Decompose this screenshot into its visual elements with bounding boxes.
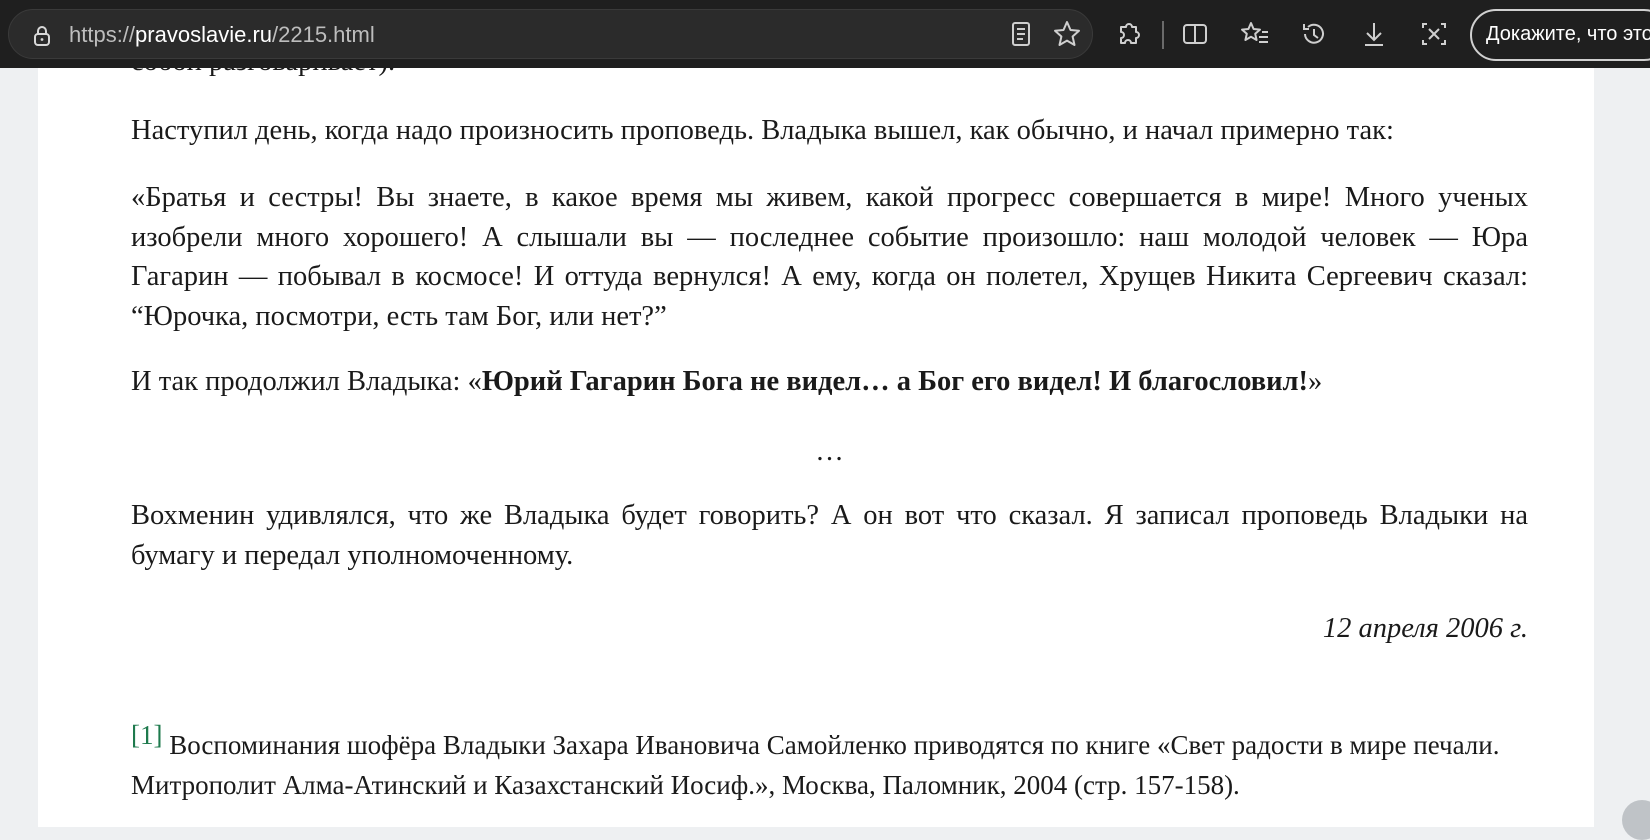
article-paragraph: Вохменин удивлялся, что же Владыка будет… bbox=[131, 500, 1528, 571]
download-icon[interactable] bbox=[1357, 17, 1391, 51]
url-host: pravoslavie.ru bbox=[135, 22, 272, 47]
favorites-list-icon[interactable] bbox=[1238, 17, 1272, 51]
history-icon[interactable] bbox=[1297, 17, 1331, 51]
url-path: /2215.html bbox=[272, 22, 375, 47]
screenshot-icon[interactable] bbox=[1417, 17, 1451, 51]
extensions-icon[interactable] bbox=[1111, 17, 1145, 51]
split-screen-icon[interactable] bbox=[1178, 17, 1212, 51]
quote-lead: И так продолжил Владыка: « bbox=[131, 366, 482, 397]
address-bar[interactable]: https://pravoslavie.ru/2215.html bbox=[8, 9, 1093, 59]
browser-toolbar: https://pravoslavie.ru/2215.html Докажит… bbox=[0, 0, 1650, 68]
scrollbar-thumb[interactable] bbox=[1622, 800, 1650, 840]
url-text[interactable]: https://pravoslavie.ru/2215.html bbox=[69, 22, 375, 48]
section-separator: … bbox=[815, 436, 844, 467]
quote-bold: Юрий Гагарин Бога не видел… а Бог его ви… bbox=[481, 366, 1309, 397]
profile-button-label: Докажите, что это bbox=[1486, 23, 1650, 45]
article-paragraph-quote: И так продолжил Владыка: «Юрий Гагарин Б… bbox=[131, 362, 1528, 402]
article-date: 12 апреля 2006 г. bbox=[1322, 613, 1528, 644]
article-paragraph: Наступил день, когда надо произносить пр… bbox=[131, 115, 1394, 146]
toolbar-divider bbox=[1162, 21, 1164, 49]
lock-icon[interactable] bbox=[30, 24, 54, 48]
quote-end: » bbox=[1308, 366, 1323, 397]
url-scheme: https:// bbox=[69, 22, 136, 47]
article-paragraph: «Братья и сестры! Вы знаете, в какое вре… bbox=[131, 182, 1528, 332]
footnote-text: Воспоминания шофёра Владыки Захара Ивано… bbox=[131, 730, 1500, 800]
footnote-link[interactable]: [1] bbox=[131, 720, 162, 750]
favorite-star-icon[interactable] bbox=[1050, 17, 1084, 51]
reader-view-icon[interactable] bbox=[1004, 17, 1038, 51]
profile-button[interactable]: Докажите, что это bbox=[1470, 9, 1650, 61]
footnote: [1] Воспоминания шофёра Владыки Захара И… bbox=[131, 720, 1528, 805]
